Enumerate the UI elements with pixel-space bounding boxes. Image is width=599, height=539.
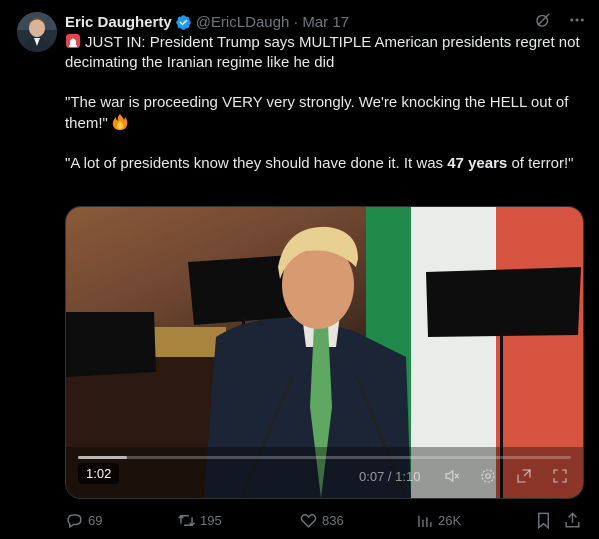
grok-icon[interactable] — [533, 10, 553, 30]
handle[interactable]: @EricLDaugh — [196, 14, 290, 31]
settings-icon[interactable] — [478, 466, 498, 486]
tweet-line-3-b: of terror!" — [507, 155, 574, 172]
reply-icon — [67, 513, 82, 528]
view-count: 26K — [438, 512, 462, 528]
video-controls: 0:07 / 1:10 — [66, 450, 583, 498]
separator-dot: · — [293, 13, 299, 31]
like-button[interactable]: 836 — [299, 509, 344, 531]
bookmark-icon — [538, 512, 549, 529]
video-time-readout: 0:07 / 1:10 — [359, 469, 421, 484]
tweet-line-3: "A lot of presidents know they should ha… — [65, 154, 580, 174]
timestamp[interactable]: Mar 17 — [302, 14, 349, 31]
repost-button[interactable]: 195 — [177, 509, 222, 531]
views-button[interactable]: 26K — [415, 509, 461, 531]
video-player[interactable]: 0:07 / 1:10 1:02 — [65, 206, 584, 499]
bookmark-button[interactable] — [534, 509, 553, 531]
tweet-header: Eric Daugherty @EricLDaugh · Mar 17 — [65, 12, 587, 32]
like-count: 836 — [322, 512, 344, 528]
siren-emoji-icon — [65, 33, 81, 49]
tweet-text: JUST IN: President Trump says MULTIPLE A… — [65, 33, 580, 174]
repost-icon — [178, 514, 195, 526]
tweet-actions: 69 195 836 26K — [65, 509, 585, 531]
reply-button[interactable]: 69 — [65, 509, 102, 531]
video-duration-badge: 1:02 — [78, 463, 120, 484]
display-name[interactable]: Eric Daugherty — [65, 14, 172, 31]
header-actions — [533, 10, 587, 30]
tweet-line-1: JUST IN: President Trump says MULTIPLE A… — [65, 33, 580, 73]
verified-badge-icon — [175, 14, 192, 31]
tweet-line-2: "The war is proceeding VERY very strongl… — [65, 93, 580, 134]
fire-emoji-icon — [112, 113, 128, 131]
views-icon — [418, 515, 432, 527]
tweet-line-3-bold: 47 years — [447, 155, 508, 172]
mute-icon[interactable] — [442, 466, 462, 486]
reply-count: 69 — [88, 512, 103, 528]
share-button[interactable] — [563, 509, 582, 531]
repost-count: 195 — [200, 512, 222, 528]
tweet-line-3-a: "A lot of presidents know they should ha… — [65, 155, 448, 172]
avatar[interactable] — [17, 12, 57, 52]
expand-icon[interactable] — [514, 466, 534, 486]
video-progress-fill — [78, 456, 128, 459]
heart-icon — [300, 513, 317, 528]
fullscreen-icon[interactable] — [550, 466, 570, 486]
tweet-line-2-text: "The war is proceeding VERY very strongl… — [65, 94, 569, 132]
video-progress-bar[interactable] — [78, 456, 571, 459]
tweet-card[interactable]: Eric Daugherty @EricLDaugh · Mar 17 JUST… — [0, 0, 599, 539]
tweet-line-1-text: JUST IN: President Trump says MULTIPLE A… — [65, 34, 580, 71]
share-icon — [565, 511, 580, 528]
more-icon[interactable] — [567, 10, 587, 30]
